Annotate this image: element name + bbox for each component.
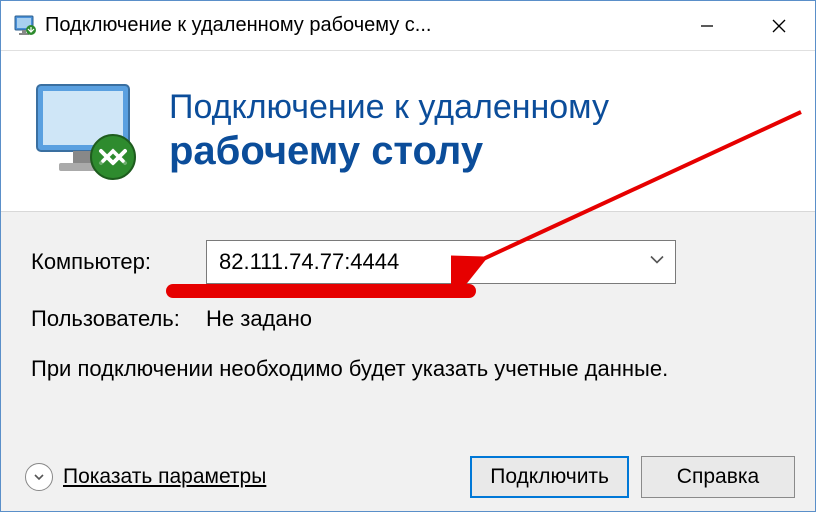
window-title: Подключение к удаленному рабочему с... — [45, 14, 671, 37]
rdp-monitor-icon — [31, 79, 141, 184]
computer-row: Компьютер: — [31, 240, 785, 284]
show-parameters-toggle[interactable]: Показать параметры — [25, 463, 266, 491]
connect-button[interactable]: Подключить — [470, 456, 629, 498]
computer-field — [206, 240, 676, 284]
user-label: Пользователь: — [31, 306, 206, 332]
user-value: Не задано — [206, 306, 312, 332]
minimize-button[interactable] — [671, 1, 743, 50]
header-line-1: Подключение к удаленному — [169, 88, 609, 127]
window-controls — [671, 1, 815, 50]
titlebar: Подключение к удаленному рабочему с... — [1, 1, 815, 51]
computer-input[interactable] — [206, 240, 676, 284]
rdp-app-icon — [13, 14, 37, 38]
computer-label: Компьютер: — [31, 249, 206, 275]
annotation-underline — [166, 284, 476, 298]
show-parameters-label: Показать параметры — [63, 465, 266, 489]
rdp-dialog-window: Подключение к удаленному рабочему с... — [0, 0, 816, 512]
chevron-down-icon[interactable] — [648, 251, 666, 274]
header-line-2: рабочему столу — [169, 128, 609, 174]
close-button[interactable] — [743, 1, 815, 50]
dialog-footer: Показать параметры Подключить Справка — [1, 441, 815, 512]
user-row: Пользователь: Не задано — [31, 306, 785, 332]
credentials-hint: При подключении необходимо будет указать… — [31, 354, 785, 385]
help-button[interactable]: Справка — [641, 456, 795, 498]
form-area: Компьютер: Пользователь: Не задано При п… — [1, 211, 815, 512]
chevron-down-circle-icon — [25, 463, 53, 491]
dialog-header: Подключение к удаленному рабочему столу — [1, 51, 815, 211]
header-title: Подключение к удаленному рабочему столу — [169, 88, 609, 173]
